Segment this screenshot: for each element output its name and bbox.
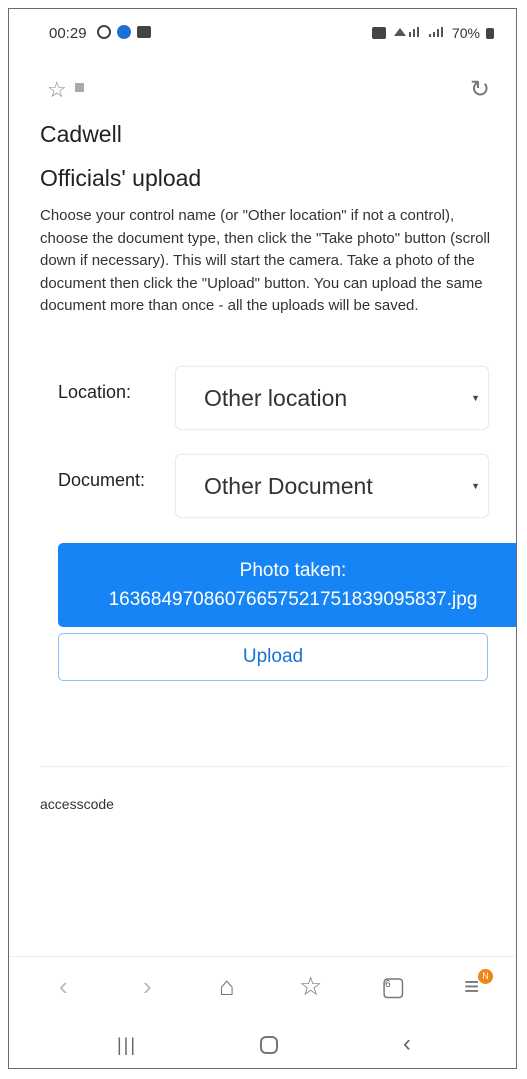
photo-filename: 16368497086076657521751839095837.jpg xyxy=(108,589,478,610)
location-select[interactable]: Other location ▼ xyxy=(175,366,489,430)
take-photo-button[interactable]: Photo taken: 163684970860766575217518390… xyxy=(58,543,516,627)
system-back-icon[interactable]: ‹ xyxy=(403,1030,411,1058)
status-left-icons xyxy=(97,25,151,39)
location-select-value: Other location xyxy=(204,385,348,411)
home-button-icon[interactable] xyxy=(260,1036,278,1054)
browser-toolbar: ☆ ↻ xyxy=(9,69,516,109)
bookmarks-icon[interactable]: ☆ xyxy=(299,971,322,1002)
reload-icon[interactable]: ↻ xyxy=(470,75,490,104)
back-arrow-icon[interactable]: ‹ xyxy=(59,971,68,1002)
upload-button[interactable]: Upload xyxy=(58,633,488,681)
star-outline-icon[interactable]: ☆ xyxy=(47,77,67,103)
lock-icon[interactable] xyxy=(75,83,84,92)
photo-status-label: Photo taken: xyxy=(239,560,347,581)
document-select[interactable]: Other Document ▼ xyxy=(175,454,489,518)
instructions-text: Choose your control name (or "Other loca… xyxy=(40,207,491,314)
document-select-value: Other Document xyxy=(204,473,373,499)
page-title: Officials' upload xyxy=(40,165,202,191)
dropdown-caret-icon: ▼ xyxy=(471,393,480,403)
battery-text: 70% xyxy=(451,25,480,41)
status-bar: 00:29 70% xyxy=(9,9,516,59)
alarm-icon xyxy=(371,27,386,39)
app-notification-icon xyxy=(117,25,131,39)
location-label: Location: xyxy=(58,382,132,402)
mail-icon xyxy=(137,26,151,38)
notification-icon xyxy=(97,25,111,39)
status-right-icons: 70% xyxy=(371,25,494,41)
tabs-count: 6 xyxy=(385,979,391,990)
site-title: Cadwell xyxy=(40,121,122,147)
document-label: Document: xyxy=(58,470,146,490)
status-time: 00:29 xyxy=(49,25,87,42)
signal-icon xyxy=(428,25,446,41)
phone-screen: 00:29 70% ☆ ↻ Cadwell Officials' upload … xyxy=(8,8,517,1069)
forward-arrow-icon[interactable]: › xyxy=(143,971,152,1002)
battery-icon xyxy=(486,27,494,39)
wifi-icon xyxy=(392,25,422,41)
accesscode-text: accesscode xyxy=(40,796,114,812)
browser-bottom-nav: ‹ › ⌂ ☆ ▢ 6 ≡ N xyxy=(9,956,516,1017)
menu-badge: N xyxy=(478,969,493,984)
system-navigation-bar: ||| ‹ xyxy=(9,1019,516,1068)
dropdown-caret-icon: ▼ xyxy=(471,481,480,491)
menu-icon[interactable]: ≡ xyxy=(464,971,479,1002)
recent-apps-icon[interactable]: ||| xyxy=(117,1035,137,1056)
home-icon[interactable]: ⌂ xyxy=(219,971,235,1002)
divider xyxy=(40,766,510,767)
